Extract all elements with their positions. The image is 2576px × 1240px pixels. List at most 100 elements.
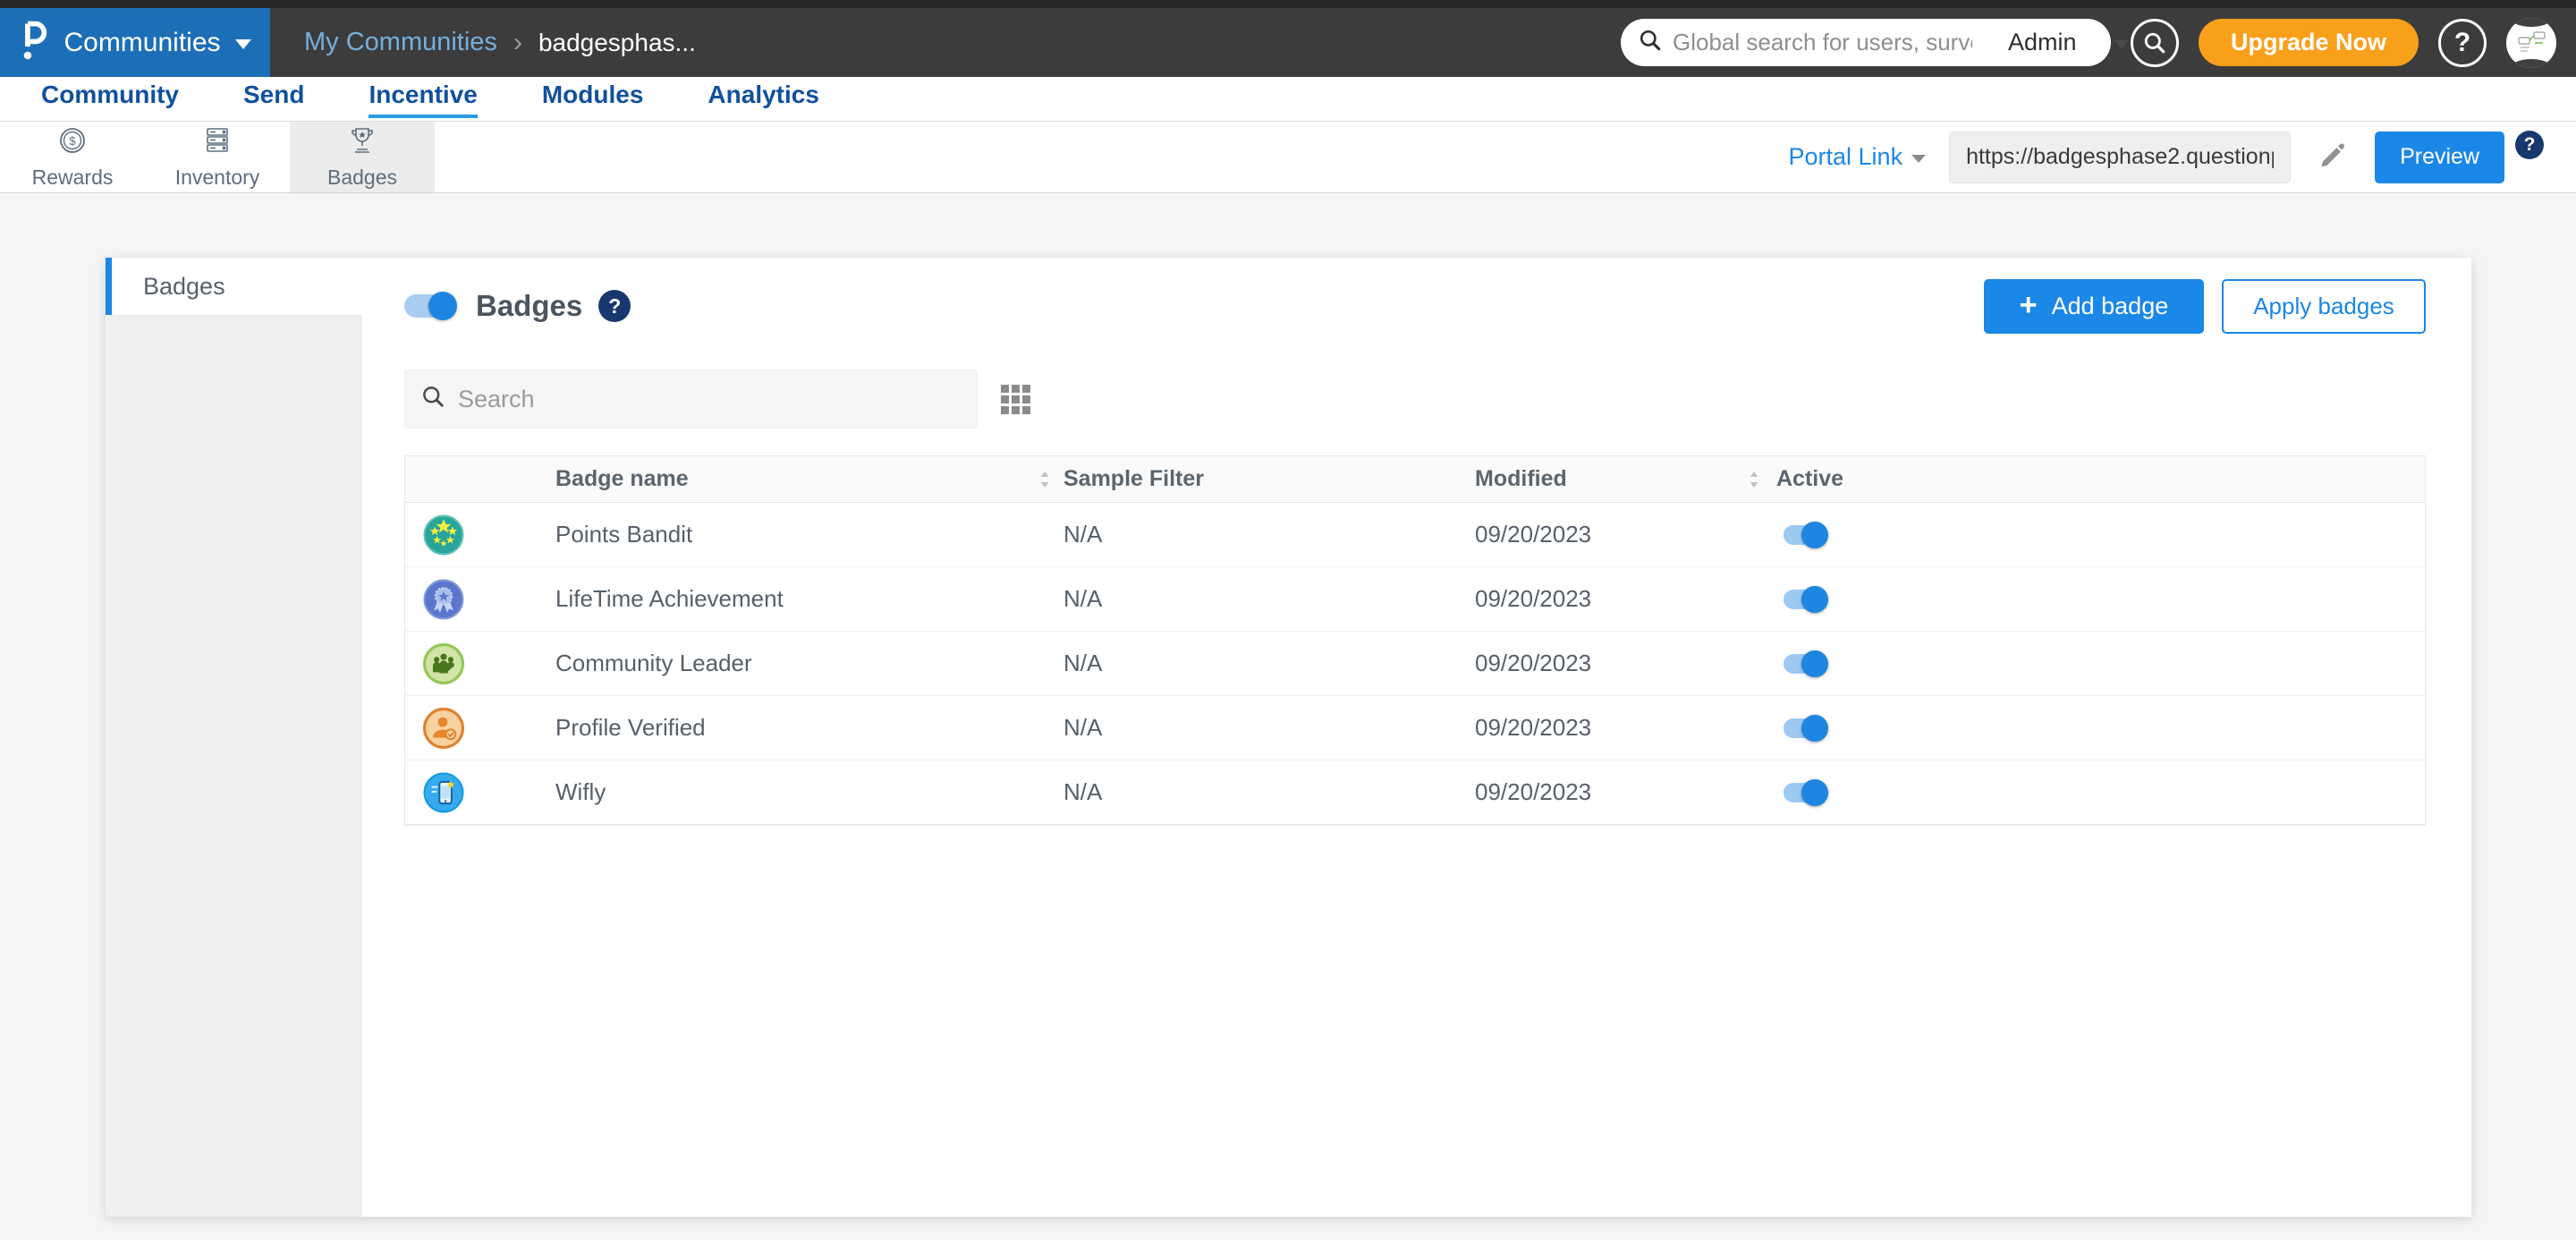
tab-inventory[interactable]: Inventory: [145, 122, 290, 192]
sort-modified-icon[interactable]: [1748, 470, 1776, 489]
modified-cell: 09/20/2023: [1475, 521, 1592, 548]
active-toggle[interactable]: [1784, 650, 1828, 677]
table-row-wifly[interactable]: Wifly N/A 09/20/2023: [405, 760, 2425, 825]
top-navbar: Communities My Communities › badgesphas.…: [0, 8, 2576, 77]
badges-enabled-toggle[interactable]: [404, 292, 457, 320]
table-row-community-leader[interactable]: Community Leader N/A 09/20/2023: [405, 632, 2425, 696]
nav-item-modules[interactable]: Modules: [542, 81, 644, 118]
title-row: Badges ? + Add badge Apply badges: [404, 278, 2426, 334]
breadcrumb: My Communities › badgesphas...: [304, 28, 696, 58]
sample-filter-cell: N/A: [1063, 778, 1103, 805]
portal-link-dropdown[interactable]: Portal Link: [1789, 143, 1927, 171]
nav-item-community[interactable]: Community: [41, 81, 179, 118]
global-search: Admin: [1620, 19, 2129, 66]
breadcrumb-my-communities[interactable]: My Communities: [304, 28, 497, 57]
breadcrumb-current: badgesphas...: [538, 28, 696, 56]
badges-card: Badges Badges ? + Add badge Apply badges: [106, 258, 2471, 1217]
sample-filter-cell: N/A: [1063, 714, 1103, 741]
tab-label: Inventory: [174, 166, 260, 189]
nav-item-incentive[interactable]: Incentive: [369, 81, 478, 118]
pencil-icon: [2321, 143, 2345, 167]
incentive-toolbar: $ Rewards Inventory Badges Portal Link Prev…: [0, 121, 2576, 193]
upgrade-now-button[interactable]: Upgrade Now: [2198, 19, 2419, 66]
help-button[interactable]: ?: [2438, 18, 2487, 67]
col-badge-name[interactable]: Badge name: [555, 466, 1038, 492]
sample-filter-cell: N/A: [1063, 585, 1103, 612]
card-sidebar: Badges: [106, 258, 362, 1217]
admin-scope-label[interactable]: Admin: [1994, 29, 2091, 56]
col-sample-filter: Sample Filter: [1063, 466, 1204, 491]
grid-view-button[interactable]: [1001, 384, 1030, 414]
person-check-badge-icon: [423, 707, 464, 749]
search-row: [404, 369, 2426, 429]
table-row-profile-verified[interactable]: Profile Verified N/A 09/20/2023: [405, 696, 2425, 760]
portal-link-caret-icon: [1911, 155, 1927, 163]
apply-badges-button[interactable]: Apply badges: [2222, 278, 2426, 334]
search-button[interactable]: [2130, 18, 2179, 67]
sidebar-item-badges[interactable]: Badges: [106, 258, 362, 315]
badge-name-cell: Wifly: [555, 778, 606, 805]
stack-icon: [201, 124, 233, 161]
nav-item-send[interactable]: Send: [243, 81, 304, 118]
avatar[interactable]: [2506, 17, 2556, 68]
plus-icon: +: [2019, 287, 2038, 322]
badge-name-cell: Community Leader: [555, 650, 752, 676]
search-icon: [421, 385, 445, 413]
breadcrumb-chevron-icon: ›: [513, 27, 522, 57]
modified-cell: 09/20/2023: [1475, 650, 1592, 676]
badge-name-cell: Profile Verified: [555, 714, 706, 741]
svg-text:$: $: [69, 134, 76, 148]
stars-badge-icon: [423, 514, 464, 556]
edit-url-button[interactable]: [2314, 137, 2351, 177]
modified-cell: 09/20/2023: [1475, 585, 1592, 612]
sidebar-empty-area: [106, 315, 362, 1217]
search-icon: [1639, 29, 1662, 56]
portal-url-field[interactable]: [1949, 131, 2292, 183]
table-row-points-bandit[interactable]: Points Bandit N/A 09/20/2023: [405, 503, 2425, 567]
add-badge-button[interactable]: + Add badge: [1984, 278, 2204, 334]
brand-label: Communities: [64, 27, 221, 57]
tab-label: Rewards: [31, 166, 114, 189]
top-strip: [0, 0, 2576, 8]
chevron-down-icon: [234, 39, 251, 49]
col-active: Active: [1776, 466, 1844, 491]
active-toggle[interactable]: [1784, 585, 1828, 613]
card-main: Badges ? + Add badge Apply badges Search…: [362, 258, 2471, 1217]
sort-badge-name-icon[interactable]: [1038, 470, 1063, 489]
global-search-input[interactable]: [1672, 29, 1972, 56]
nav-item-analytics[interactable]: Analytics: [708, 81, 819, 118]
badges-help-icon[interactable]: ?: [598, 290, 631, 322]
active-toggle[interactable]: [1784, 778, 1828, 806]
people-badge-icon: [423, 642, 464, 684]
toolbar-right: Portal Link Preview ?: [1789, 122, 2576, 192]
toolbar-tabs: $ Rewards Inventory Badges: [0, 122, 435, 192]
rosette-badge-icon: [423, 579, 464, 620]
badge-search: [404, 369, 978, 429]
page-title: Badges: [476, 289, 583, 322]
badge-search-input[interactable]: [458, 385, 961, 413]
phone-star-badge-icon: [423, 772, 464, 813]
col-modified[interactable]: Modified: [1475, 466, 1748, 492]
sample-filter-cell: N/A: [1063, 521, 1103, 548]
sample-filter-cell: N/A: [1063, 650, 1103, 676]
tab-badges[interactable]: Badges: [290, 122, 435, 192]
badge-name-cell: LifeTime Achievement: [555, 585, 784, 612]
title-actions: + Add badge Apply badges: [1984, 278, 2426, 334]
table-row-lifetime-achievement[interactable]: LifeTime Achievement N/A 09/20/2023: [405, 567, 2425, 632]
table-header: Badge name Sample Filter Modified Active: [405, 456, 2425, 503]
active-toggle[interactable]: [1784, 714, 1828, 742]
questionpro-logo-icon: [19, 20, 49, 65]
preview-help-icon[interactable]: ?: [2515, 131, 2544, 159]
coin-icon: $: [56, 124, 89, 161]
modified-cell: 09/20/2023: [1475, 778, 1592, 805]
badges-table: Badge name Sample Filter Modified Active…: [404, 455, 2426, 826]
portal-link-label: Portal Link: [1788, 143, 1903, 170]
tab-rewards[interactable]: $ Rewards: [0, 122, 145, 192]
product-switcher[interactable]: Communities: [0, 8, 270, 77]
tab-label: Badges: [326, 166, 397, 189]
preview-button[interactable]: Preview: [2375, 131, 2504, 183]
question-mark-icon: ?: [2453, 27, 2471, 57]
admin-dropdown-caret-icon[interactable]: [2114, 39, 2129, 49]
active-toggle[interactable]: [1784, 521, 1828, 548]
badge-name-cell: Points Bandit: [555, 521, 693, 548]
